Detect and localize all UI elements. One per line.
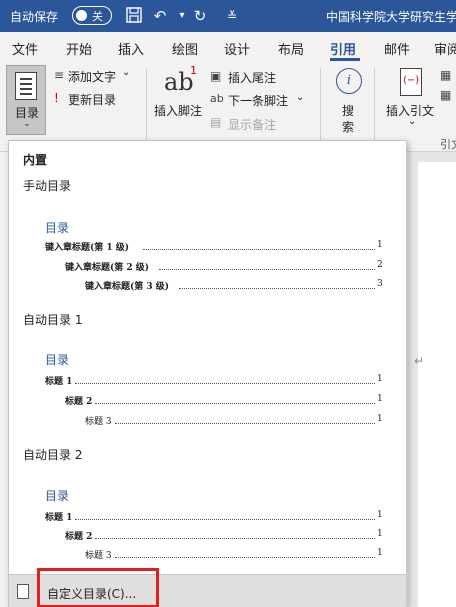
- page-number: 1: [377, 414, 383, 424]
- document-title: 中国科学院大学研究生学: [326, 10, 456, 24]
- toc-entry: 标题 1: [45, 513, 73, 523]
- auto-toc-2-title: 目录: [45, 489, 70, 503]
- footnote-superscript-icon: 1: [190, 64, 197, 77]
- citations-group-label: 引文: [440, 138, 456, 151]
- auto-toc-2-name: 自动目录 2: [23, 448, 83, 462]
- page-number: 1: [377, 374, 383, 384]
- page-number: 1: [377, 529, 383, 539]
- auto-toc-1-name: 自动目录 1: [23, 313, 83, 327]
- page-number: 1: [377, 548, 383, 558]
- ribbon: 目录 ⌄ ≡ 添加文字 ⌄ ! 更新目录 ab 1 插入脚注 ▣ 插入尾注 ab…: [0, 62, 456, 152]
- dot-leader: [143, 249, 375, 250]
- save-icon[interactable]: [124, 6, 144, 26]
- update-toc-icon: !: [54, 91, 59, 105]
- tab-mailings[interactable]: 邮件: [384, 39, 410, 58]
- search-label-2[interactable]: 索: [342, 118, 354, 135]
- custom-toc-icon: [17, 584, 29, 599]
- chevron-down-icon: ⌄: [23, 119, 31, 129]
- add-text-button[interactable]: 添加文字: [68, 68, 116, 85]
- next-footnote-icon: ab: [210, 92, 224, 105]
- group-divider: [320, 68, 321, 142]
- chevron-down-icon[interactable]: ⌄: [408, 116, 416, 127]
- style-icon[interactable]: ▦: [440, 88, 451, 102]
- toc-entry: 键入章标题(第 2 级): [65, 263, 150, 273]
- toc-entry: 标题 1: [45, 377, 73, 387]
- redo-icon[interactable]: ↻: [190, 6, 210, 26]
- add-text-icon: ≡: [54, 68, 65, 82]
- toc-gallery-dropdown: 内置 手动目录 目录 键入章标题(第 1 级) 1 键入章标题(第 2 级) 2…: [8, 140, 407, 607]
- tab-home[interactable]: 开始: [66, 39, 92, 58]
- page-number: 3: [377, 279, 383, 289]
- tab-file[interactable]: 文件: [12, 39, 38, 58]
- page-number: 2: [377, 260, 383, 270]
- search-icon[interactable]: i: [336, 68, 362, 94]
- toc-entry: 标题 3: [85, 551, 112, 561]
- toggle-knob: [76, 10, 87, 21]
- manage-sources-icon[interactable]: ▦: [440, 68, 451, 82]
- update-toc-button[interactable]: 更新目录: [68, 91, 116, 108]
- toc-entry: 标题 2: [65, 532, 93, 542]
- document-area: [408, 152, 456, 607]
- page-number: 1: [377, 510, 383, 520]
- dot-leader: [95, 538, 375, 539]
- dot-leader: [95, 403, 375, 404]
- manual-toc-title: 目录: [45, 221, 70, 235]
- toc-entry: 标题 3: [85, 417, 112, 427]
- highlight-annotation-box: [37, 568, 159, 607]
- auto-toc-1-title: 目录: [45, 353, 70, 367]
- autosave-label: 自动保存: [10, 10, 59, 24]
- group-divider: [146, 68, 147, 142]
- toggle-state: 关: [92, 10, 103, 23]
- manual-toc-name: 手动目录: [23, 179, 72, 193]
- endnote-icon: ▣: [210, 69, 222, 83]
- insert-footnote-button[interactable]: 插入脚注: [154, 102, 202, 119]
- toc-entry: 键入章标题(第 3 级): [85, 282, 170, 292]
- chevron-down-icon[interactable]: ⌄: [122, 67, 130, 78]
- toc-entry: 键入章标题(第 1 级): [45, 243, 130, 253]
- dot-leader: [179, 288, 375, 289]
- autosave-toggle[interactable]: 关: [72, 6, 112, 25]
- toc-entry: 标题 2: [65, 397, 93, 407]
- next-footnote-button[interactable]: 下一条脚注: [228, 92, 288, 109]
- ribbon-tabs: 文件 开始 插入 绘图 设计 布局 引用 邮件 审阅: [0, 32, 456, 62]
- active-tab-indicator: [330, 58, 360, 61]
- tab-layout[interactable]: 布局: [278, 39, 304, 58]
- search-label-1[interactable]: 搜: [342, 102, 354, 119]
- dot-leader: [115, 557, 375, 558]
- citation-icon: (−): [400, 68, 422, 96]
- dot-leader: [159, 269, 375, 270]
- dot-leader: [115, 423, 375, 424]
- tab-insert[interactable]: 插入: [118, 39, 144, 58]
- undo-dropdown-icon[interactable]: ▾: [172, 6, 192, 26]
- page-number: 1: [377, 240, 383, 250]
- group-divider: [374, 68, 375, 142]
- dot-leader: [75, 383, 375, 384]
- tab-references[interactable]: 引用: [330, 39, 356, 58]
- dot-leader: [75, 519, 375, 520]
- tab-design[interactable]: 设计: [224, 39, 250, 58]
- undo-icon[interactable]: ↶: [150, 6, 170, 26]
- page-number: 1: [377, 394, 383, 404]
- toc-button[interactable]: 目录 ⌄: [6, 65, 46, 135]
- paragraph-mark: ↵: [414, 354, 425, 368]
- toc-icon: [15, 72, 37, 100]
- tab-draw[interactable]: 绘图: [172, 39, 198, 58]
- title-bar: 自动保存 关 ↶ ▾ ↻ ≚ 中国科学院大学研究生学: [0, 0, 456, 32]
- show-notes-icon: ▤: [210, 115, 222, 129]
- show-notes-button[interactable]: 显示备注: [228, 116, 276, 133]
- chevron-down-icon[interactable]: ⌄: [296, 92, 304, 103]
- insert-endnote-button[interactable]: 插入尾注: [228, 69, 276, 86]
- tab-review[interactable]: 审阅: [434, 39, 456, 58]
- document-page[interactable]: [418, 162, 456, 607]
- builtin-section-heading: 内置: [23, 153, 48, 167]
- customize-toolbar-icon[interactable]: ≚: [222, 6, 242, 26]
